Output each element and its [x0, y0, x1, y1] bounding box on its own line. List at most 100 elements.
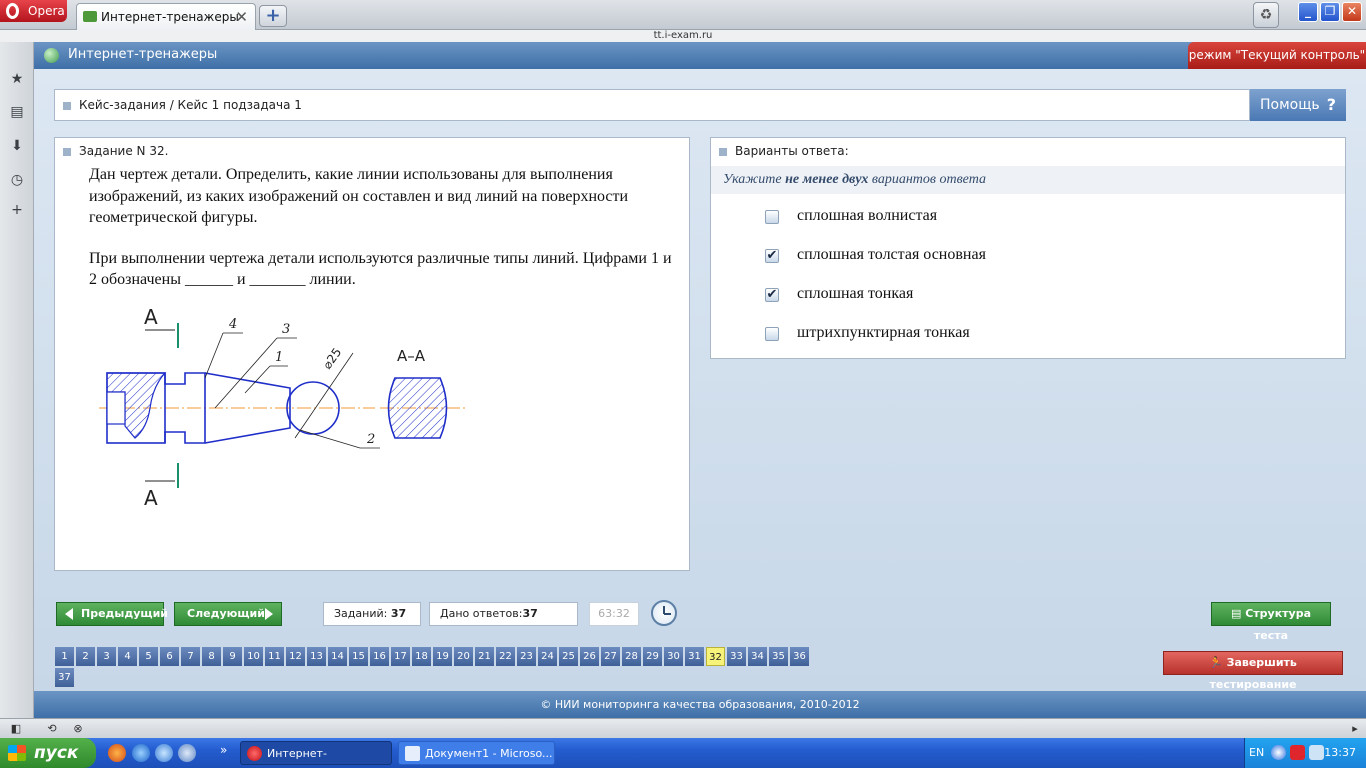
question-number-button[interactable]: 3 [97, 647, 116, 666]
part-bore [106, 391, 126, 425]
question-number-button[interactable]: 18 [412, 647, 431, 666]
question-number-button[interactable]: 15 [349, 647, 368, 666]
test-structure-button[interactable]: ▤ Структура теста [1211, 602, 1331, 642]
question-number-button[interactable]: 23 [517, 647, 536, 666]
question-number-button[interactable]: 33 [727, 647, 746, 666]
bullet-square-icon [719, 147, 727, 156]
task-paragraph-2: При выполнении чертежа детали используют… [89, 249, 672, 289]
question-number-button[interactable]: 27 [601, 647, 620, 666]
quicklaunch-icon[interactable] [178, 744, 196, 762]
leader-line-3 [214, 337, 278, 409]
trash-icon[interactable]: ♻ [1253, 2, 1279, 28]
question-icon: ? [1326, 95, 1336, 114]
tasks-count: 37 [390, 607, 407, 620]
question-number-button[interactable]: 2 [76, 647, 95, 666]
messenger-icon[interactable] [155, 744, 173, 762]
breadcrumb: Кейс-задания / Кейс 1 подзадача 1 [54, 89, 1250, 121]
list-icon: ▤ [1230, 607, 1246, 620]
checkbox-unchecked-icon[interactable] [765, 327, 779, 341]
network-icon[interactable] [1309, 745, 1324, 760]
section-label: A–A [397, 347, 426, 365]
bookmarks-icon[interactable]: ★ [9, 71, 25, 87]
question-number-button[interactable]: 1 [55, 647, 74, 666]
question-number-button[interactable]: 4 [118, 647, 137, 666]
question-number-button[interactable]: 24 [538, 647, 557, 666]
new-tab-button[interactable]: + [259, 5, 287, 27]
question-number-button[interactable]: 37 [55, 668, 74, 687]
add-panel-icon[interactable]: + [9, 202, 25, 218]
history-icon[interactable]: ◷ [9, 172, 25, 188]
question-number-button[interactable]: 36 [790, 647, 809, 666]
sync-icon[interactable]: ⟲ [44, 721, 60, 737]
help-button[interactable]: Помощь ? [1250, 89, 1346, 121]
question-number-button[interactable]: 10 [244, 647, 263, 666]
arrow-right-icon [265, 608, 273, 620]
taskbar-item-opera[interactable]: Интернет-тренажер... [240, 741, 392, 765]
question-number-button[interactable]: 17 [391, 647, 410, 666]
start-button[interactable]: пуск [0, 738, 96, 768]
opera-side-panel: ★ ▤ ⬇ ◷ + [0, 42, 34, 718]
language-indicator[interactable]: EN [1249, 746, 1264, 759]
question-number-button[interactable]: 29 [643, 647, 662, 666]
checkbox-checked-icon[interactable]: ✔ [765, 249, 779, 263]
tray-back-icon[interactable] [1271, 745, 1286, 760]
notes-icon[interactable]: ▤ [9, 104, 25, 120]
question-number-button[interactable]: 11 [265, 647, 284, 666]
question-number-button[interactable]: 31 [685, 647, 704, 666]
antivirus-icon[interactable] [1290, 745, 1305, 760]
turbo-icon[interactable]: ⊗ [70, 721, 86, 737]
browser-tab[interactable]: Интернет-тренажеры ✕ [76, 3, 256, 30]
checkbox-checked-icon[interactable]: ✔ [765, 288, 779, 302]
next-button[interactable]: Следующий [174, 602, 282, 626]
panel-toggle-icon[interactable]: ◧ [8, 721, 24, 737]
quicklaunch-more-icon[interactable]: » [220, 743, 227, 757]
restore-button[interactable]: ❐ [1320, 2, 1340, 22]
answer-option-label: сплошная волнистая [797, 207, 938, 224]
answer-option-label: сплошная тонкая [797, 285, 914, 302]
leader-label-2: 2 [366, 432, 375, 447]
cut-label-top: A [144, 305, 158, 329]
question-number-button[interactable]: 26 [580, 647, 599, 666]
question-number-button[interactable]: 20 [454, 647, 473, 666]
question-number-button[interactable]: 21 [475, 647, 494, 666]
answers-heading-label: Варианты ответа: [735, 144, 849, 158]
question-number-button[interactable]: 34 [748, 647, 767, 666]
task-panel: Задание N 32. Дан чертеж детали. Определ… [54, 137, 690, 571]
question-number-button[interactable]: 9 [223, 647, 242, 666]
scroll-right-icon[interactable]: ▸ [1347, 721, 1363, 737]
tasks-label: Заданий: [334, 607, 388, 620]
minimize-button[interactable]: _ [1298, 2, 1318, 22]
instruction-pre: Укажите [723, 172, 782, 187]
question-number-button[interactable]: 14 [328, 647, 347, 666]
question-number-button[interactable]: 35 [769, 647, 788, 666]
leader-line-2 [299, 429, 361, 449]
finish-test-button[interactable]: 🏃 Завершить тестирование [1163, 651, 1343, 691]
question-number-button[interactable]: 32 [706, 647, 725, 666]
question-number-button[interactable]: 30 [664, 647, 683, 666]
firefox-icon[interactable] [108, 744, 126, 762]
instruction-post: вариантов ответа [871, 172, 986, 187]
prev-button[interactable]: Предыдущий [56, 602, 168, 626]
question-number-button[interactable]: 8 [202, 647, 221, 666]
checkbox-unchecked-icon[interactable] [765, 210, 779, 224]
opera-menu-button[interactable]: Opera [0, 0, 67, 22]
bullet-square-icon [63, 147, 71, 156]
question-number-button[interactable]: 28 [622, 647, 641, 666]
address-bar[interactable]: tt.i-exam.ru [0, 30, 1366, 42]
question-number-button[interactable]: 6 [160, 647, 179, 666]
close-button[interactable]: ✕ [1342, 2, 1362, 22]
ie-icon[interactable] [132, 744, 150, 762]
question-number-button[interactable]: 19 [433, 647, 452, 666]
question-number-button[interactable]: 12 [286, 647, 305, 666]
question-number-button[interactable]: 7 [181, 647, 200, 666]
question-number-button[interactable]: 22 [496, 647, 515, 666]
downloads-icon[interactable]: ⬇ [9, 138, 25, 154]
taskbar-item-word[interactable]: Документ1 - Microso... [398, 741, 555, 765]
question-number-button[interactable]: 25 [559, 647, 578, 666]
question-number-button[interactable]: 5 [139, 647, 158, 666]
breadcrumb-label: Кейс-задания / Кейс 1 подзадача 1 [79, 98, 302, 112]
question-number-button[interactable]: 13 [307, 647, 326, 666]
question-number-button[interactable]: 16 [370, 647, 389, 666]
globe-icon [44, 48, 59, 63]
tab-close-icon[interactable]: ✕ [235, 8, 248, 26]
